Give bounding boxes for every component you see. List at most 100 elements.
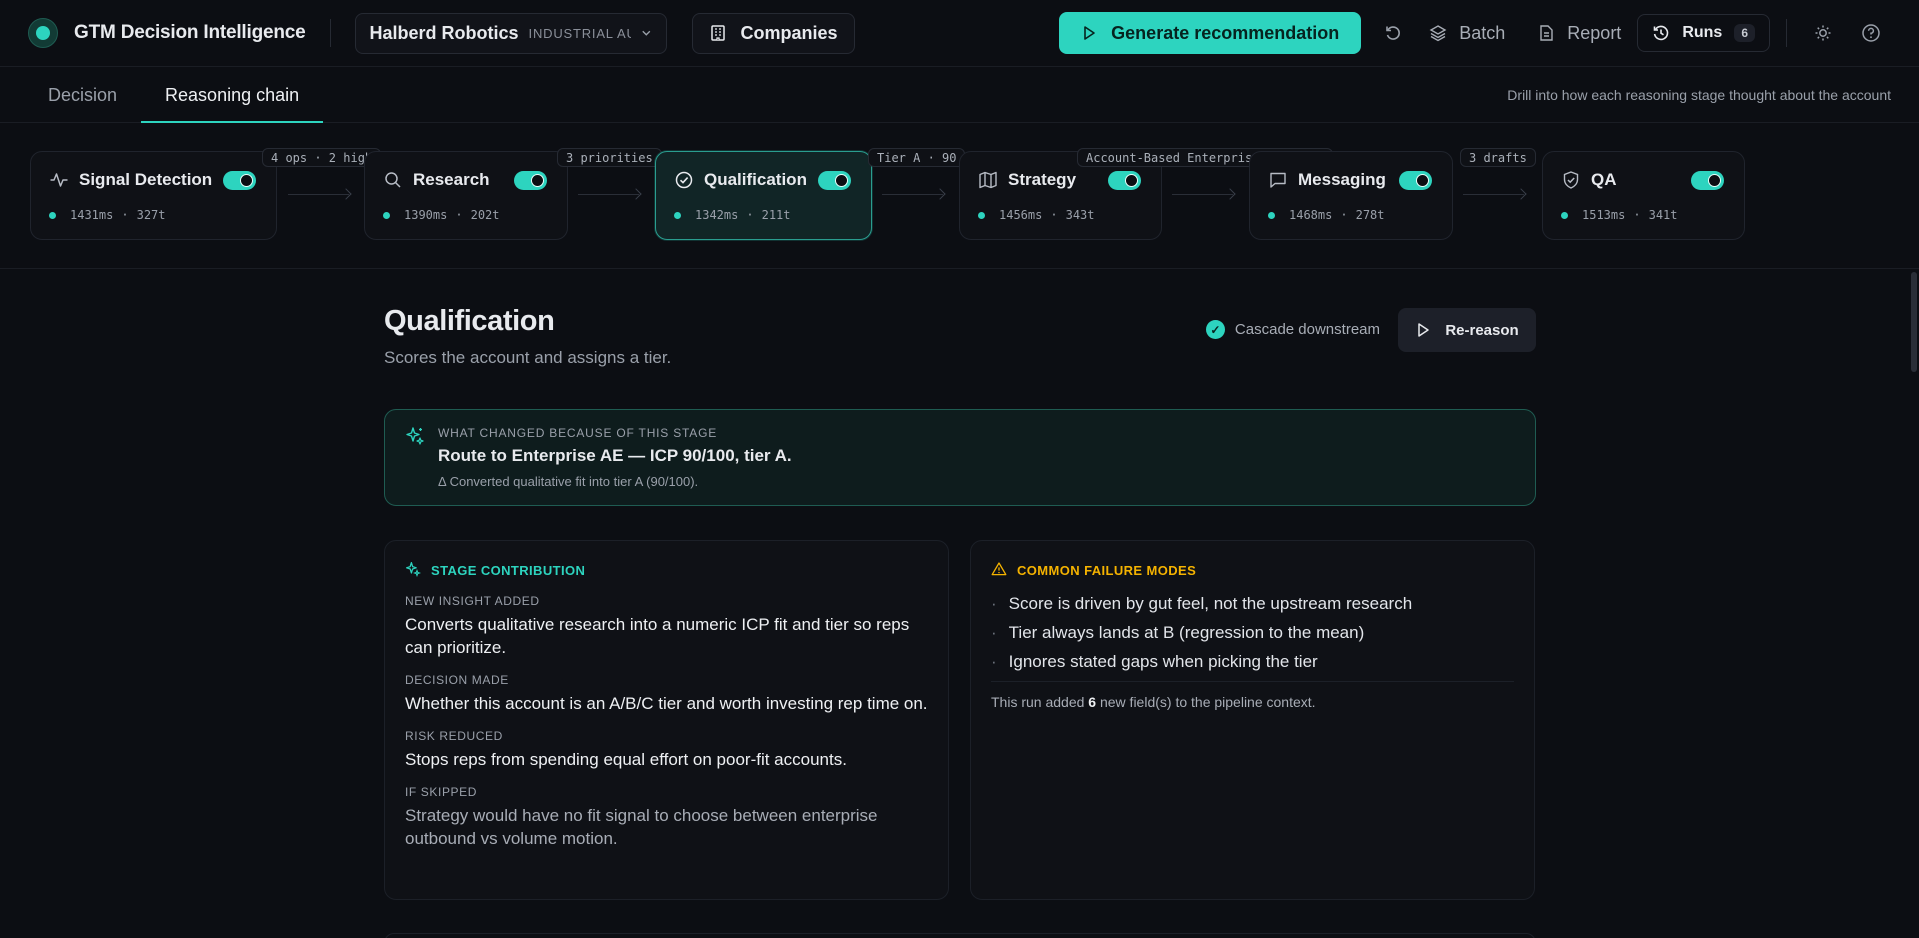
failure-list: · Score is driven by gut feel, not the up…	[991, 594, 1514, 672]
cascade-label: Cascade downstream	[1234, 321, 1380, 338]
sun-icon	[1815, 25, 1831, 41]
batch-button[interactable]: Batch	[1413, 23, 1521, 44]
play-icon	[1418, 323, 1430, 337]
stage-toggle[interactable]	[1691, 171, 1724, 190]
stage-latency: 1468ms	[1289, 208, 1333, 222]
reset-button[interactable]	[1373, 13, 1413, 53]
cascade-downstream-checkbox[interactable]: ✓ Cascade downstream	[1205, 320, 1380, 339]
field-label: IF SKIPPED	[405, 785, 478, 799]
card-heading: STAGE CONTRIBUTION	[431, 563, 586, 578]
re-reason-label: Re-reason	[1445, 321, 1519, 339]
runs-button[interactable]: Runs 6	[1637, 14, 1770, 52]
help-button[interactable]	[1851, 13, 1891, 53]
callout-eyebrow: WHAT CHANGED BECAUSE OF THIS STAGE	[438, 426, 718, 440]
stage-latency: 1456ms	[999, 208, 1043, 222]
stage-toggle[interactable]	[818, 171, 851, 190]
check-icon: ✓	[1205, 320, 1225, 339]
stage-tokens: 202t	[470, 208, 500, 222]
stage-name: Research	[413, 170, 490, 189]
stage-card-qa[interactable]: QA 1513ms · 341t	[1542, 151, 1745, 240]
stage-card-signal-detection[interactable]: Signal Detection 1431ms · 327t	[30, 151, 277, 240]
report-button[interactable]: Report	[1521, 23, 1637, 44]
stage-connector	[288, 194, 349, 195]
stage-latency: 1342ms	[695, 208, 739, 222]
stage-tokens: 341t	[1648, 208, 1678, 222]
shield-check-icon	[1561, 170, 1581, 190]
stage-tokens: 211t	[761, 208, 791, 222]
top-bar: GTM Decision Intelligence Halberd Roboti…	[0, 0, 1919, 67]
stage-tokens: 327t	[136, 208, 166, 222]
stage-connector	[882, 194, 943, 195]
divider	[1786, 19, 1787, 47]
stage-toggle[interactable]	[1399, 171, 1432, 190]
stage-name: Messaging	[1298, 170, 1386, 189]
status-dot	[1268, 211, 1275, 219]
runs-label: Runs	[1682, 24, 1723, 41]
stage-toggle[interactable]	[223, 171, 256, 190]
stage-card-qualification[interactable]: Qualification 1342ms · 211t	[655, 151, 872, 240]
stage-card-research[interactable]: Research 1390ms · 202t	[364, 151, 568, 240]
stage-connector	[1463, 194, 1524, 195]
generate-recommendation-button[interactable]: Generate recommendation	[1059, 12, 1362, 54]
companies-label: Companies	[740, 22, 838, 43]
account-selector[interactable]: Halberd Robotics INDUSTRIAL AUTOMATION	[354, 12, 667, 54]
stage-name: QA	[1591, 170, 1617, 189]
status-dot	[1561, 211, 1568, 219]
what-changed-callout: WHAT CHANGED BECAUSE OF THIS STAGE Route…	[384, 409, 1536, 506]
field-label: NEW INSIGHT ADDED	[405, 594, 540, 608]
tab-decision[interactable]: Decision	[24, 85, 141, 122]
companies-button[interactable]: Companies	[691, 12, 855, 54]
stage-name: Signal Detection	[79, 170, 213, 189]
rotate-ccw-icon	[1386, 26, 1401, 40]
app-title: GTM Decision Intelligence	[74, 22, 306, 43]
edge-label: Tier A · 90	[868, 148, 966, 167]
theme-toggle-button[interactable]	[1803, 13, 1843, 53]
runs-count-badge: 6	[1734, 24, 1755, 42]
divider	[329, 19, 331, 47]
stage-tokens: 278t	[1355, 208, 1385, 222]
generate-label: Generate recommendation	[1111, 22, 1340, 43]
search-icon	[383, 170, 403, 190]
list-item: · Tier always lands at B (regression to t…	[991, 623, 1365, 642]
status-dot	[978, 211, 985, 219]
batch-label: Batch	[1459, 22, 1506, 43]
list-item: · Score is driven by gut feel, not the up…	[991, 594, 1413, 613]
new-fields-count: 6	[1088, 694, 1097, 710]
alert-triangle-icon	[991, 561, 1007, 580]
re-reason-button[interactable]: Re-reason	[1398, 308, 1536, 352]
check-circle-icon	[674, 170, 694, 190]
card-heading: COMMON FAILURE MODES	[1017, 563, 1197, 578]
layers-icon	[1429, 25, 1447, 42]
tab-reasoning-chain[interactable]: Reasoning chain	[141, 85, 324, 123]
field-value: Whether this account is an A/B/C tier an…	[405, 694, 928, 713]
callout-delta: Δ Converted qualitative fit into tier A …	[438, 474, 699, 489]
field-value: Stops reps from spending equal effort on…	[405, 750, 847, 769]
play-icon	[1084, 26, 1095, 40]
file-text-icon	[1540, 25, 1553, 41]
logo-icon	[28, 18, 58, 48]
next-section-card	[384, 933, 1536, 938]
chevron-down-icon	[642, 30, 651, 36]
stage-card-messaging[interactable]: Messaging 1468ms · 278t	[1249, 151, 1453, 240]
sparkles-icon	[405, 561, 422, 580]
reasoning-pipeline: Signal Detection 1431ms · 327t 4 ops · 2…	[0, 124, 1919, 269]
stage-latency: 1431ms	[70, 208, 114, 222]
stage-latency: 1390ms	[404, 208, 448, 222]
stage-connector	[1172, 194, 1233, 195]
edge-label: 3 drafts	[1460, 148, 1536, 167]
view-tabs: Decision Reasoning chain Drill into how …	[0, 73, 1919, 123]
stage-name: Qualification	[704, 170, 807, 189]
account-industry-tag: INDUSTRIAL AUTOMATION	[528, 25, 631, 41]
stage-connector	[578, 194, 639, 195]
scrollbar[interactable]	[1911, 272, 1917, 372]
field-value: Converts qualitative research into a num…	[405, 615, 910, 657]
stage-tokens: 343t	[1065, 208, 1095, 222]
history-icon	[1654, 25, 1669, 41]
stage-contribution-card: STAGE CONTRIBUTION NEW INSIGHT ADDED Con…	[384, 540, 949, 900]
building-icon	[710, 25, 725, 41]
edge-label: 3 priorities	[557, 148, 662, 167]
report-label: Report	[1567, 22, 1622, 43]
stage-toggle[interactable]	[514, 171, 547, 190]
field-label: RISK REDUCED	[405, 729, 503, 743]
stage-toggle[interactable]	[1108, 171, 1141, 190]
